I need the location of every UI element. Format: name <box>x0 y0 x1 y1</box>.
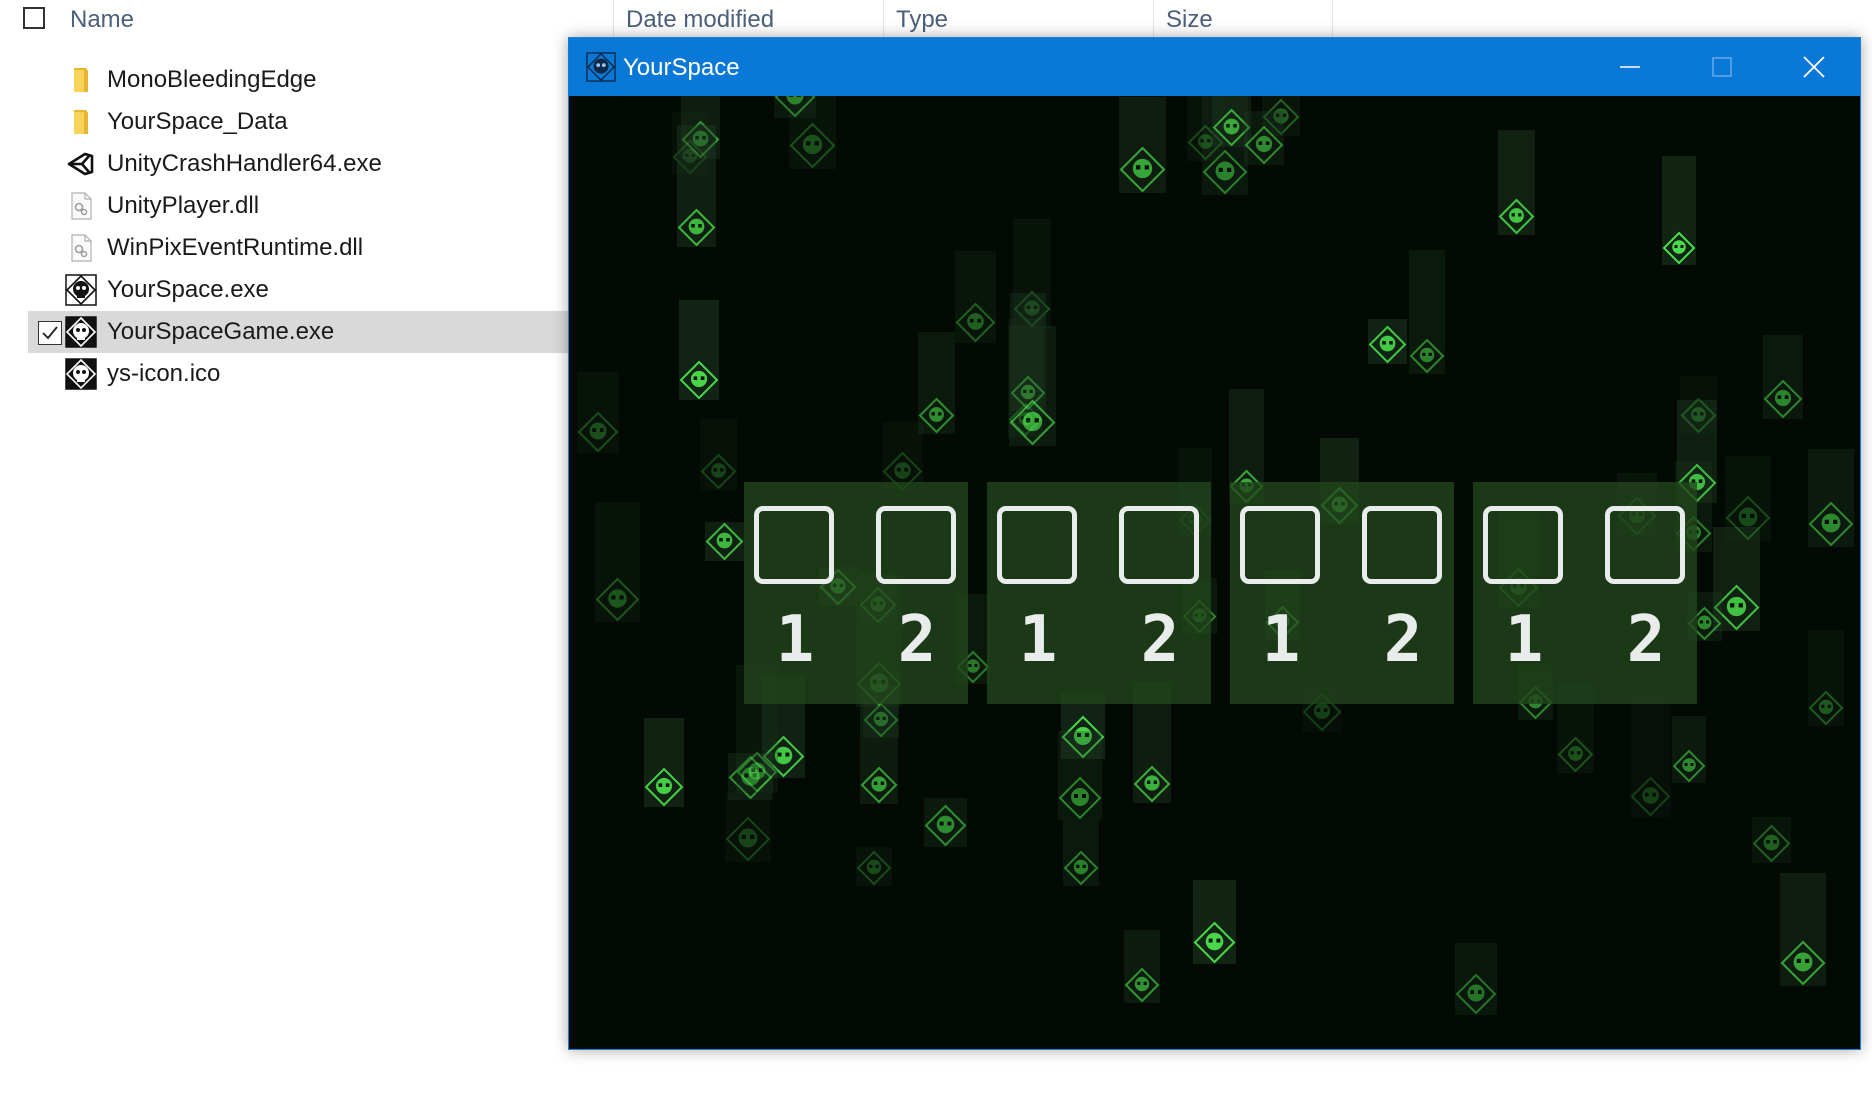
skull-sprite <box>955 251 996 343</box>
file-row[interactable]: UnityPlayer.dll <box>28 185 588 227</box>
row-checkbox[interactable] <box>38 321 62 345</box>
checkmark-icon <box>42 326 58 340</box>
skull-sprite <box>1725 456 1771 541</box>
file-name: ys-icon.ico <box>107 360 221 387</box>
file-name: UnityPlayer.dll <box>107 192 260 219</box>
skull-sprite <box>1672 716 1706 783</box>
maximize-icon <box>1712 57 1732 77</box>
player-slot-label: 1 <box>1018 603 1058 677</box>
column-header-type[interactable]: Type <box>883 0 1153 38</box>
skull-sprite <box>856 847 892 886</box>
dll-icon <box>71 234 92 262</box>
skull-sprite <box>918 332 955 434</box>
column-header-size[interactable]: Size <box>1153 0 1333 38</box>
skull-sprite <box>774 96 816 118</box>
skull-sprite <box>595 502 640 622</box>
player-slot-box[interactable] <box>1362 506 1442 584</box>
skull-sprite <box>700 418 737 490</box>
skull-sprite <box>1193 880 1236 964</box>
skull-sprite <box>1680 376 1717 434</box>
skull-sprite <box>1063 820 1099 886</box>
file-list: MonoBleedingEdge YourSpace_Data UnityCra… <box>28 59 588 395</box>
skull-sprite <box>1808 449 1854 547</box>
dll-icon <box>71 192 92 220</box>
column-header-name[interactable]: Name <box>58 0 613 38</box>
yourspace-skull-icon <box>586 52 616 82</box>
game-viewport[interactable]: 1 2 1 2 1 2 1 2 <box>569 96 1860 1049</box>
player-slot-label: 2 <box>1626 603 1666 677</box>
file-row[interactable]: WinPixEventRuntime.dll <box>28 227 588 269</box>
player-slot-panel: 1 2 1 2 1 2 1 2 <box>744 482 1697 704</box>
player-slot-label: 2 <box>897 603 937 677</box>
skull-sprite <box>725 793 771 862</box>
player-slot-box[interactable] <box>997 506 1077 584</box>
skull-sprite <box>1368 319 1407 364</box>
player-slot-group: 1 2 <box>744 482 968 704</box>
skull-sprite <box>924 798 967 847</box>
skull-sprite <box>1124 930 1160 1003</box>
skull-sprite <box>1455 943 1497 1015</box>
skull-sprite <box>1808 630 1844 726</box>
column-header-date-modified[interactable]: Date modified <box>613 0 883 38</box>
file-row[interactable]: MonoBleedingEdge <box>28 59 588 101</box>
file-name: YourSpace_Data <box>107 108 288 135</box>
yourspace-skull-icon <box>65 274 97 306</box>
player-slot-box[interactable] <box>1605 506 1685 584</box>
skull-sprite <box>644 718 684 807</box>
skull-sprite <box>1780 873 1826 986</box>
skull-sprite <box>1752 817 1791 863</box>
maximize-button[interactable] <box>1676 38 1768 96</box>
skull-sprite <box>705 522 744 561</box>
skull-sprite <box>1763 335 1803 419</box>
folder-icon <box>74 110 88 134</box>
skull-sprite <box>1119 97 1166 193</box>
file-name: UnityCrashHandler64.exe <box>107 150 382 177</box>
file-name: YourSpaceGame.exe <box>107 318 335 345</box>
file-row[interactable]: UnityCrashHandler64.exe <box>28 143 588 185</box>
player-slot-group: 1 2 <box>1230 482 1454 704</box>
player-slot-box[interactable] <box>876 506 956 584</box>
skull-sprite <box>677 125 716 247</box>
close-button[interactable] <box>1768 38 1860 96</box>
file-row[interactable]: ys-icon.ico <box>28 353 588 395</box>
yourspace-skull-icon <box>65 358 97 390</box>
player-slot-box[interactable] <box>1119 506 1199 584</box>
window-titlebar[interactable]: YourSpace <box>569 38 1860 96</box>
file-name: MonoBleedingEdge <box>107 66 317 93</box>
file-name: YourSpace.exe <box>107 276 269 303</box>
player-slot-box[interactable] <box>1240 506 1320 584</box>
skull-sprite <box>577 372 619 453</box>
skull-sprite <box>1409 250 1445 374</box>
column-header-bar: Name Date modified Type Size <box>0 0 1340 38</box>
file-name: WinPixEventRuntime.dll <box>107 234 364 261</box>
file-row[interactable]: YourSpace_Data <box>28 101 588 143</box>
player-slot-label: 1 <box>775 603 815 677</box>
skull-sprite <box>1058 731 1102 820</box>
skull-sprite <box>1244 111 1284 165</box>
window-title: YourSpace <box>623 54 740 81</box>
minimize-icon <box>1620 66 1640 68</box>
select-all-checkbox[interactable] <box>23 7 45 29</box>
player-slot-group: 1 2 <box>987 482 1211 704</box>
unity-icon <box>67 152 94 176</box>
player-slot-label: 1 <box>1504 603 1544 677</box>
skull-sprite <box>1009 326 1056 446</box>
file-row-selected[interactable]: YourSpaceGame.exe <box>28 311 588 353</box>
yourspace-skull-icon <box>65 316 97 348</box>
game-window: YourSpace 1 2 1 2 1 2 1 2 <box>568 37 1861 1050</box>
skull-sprite <box>1630 694 1671 817</box>
player-slot-box[interactable] <box>1483 506 1563 584</box>
minimize-button[interactable] <box>1584 38 1676 96</box>
player-slot-group: 1 2 <box>1473 482 1697 704</box>
player-slot-box[interactable] <box>754 506 834 584</box>
player-slot-label: 1 <box>1261 603 1301 677</box>
skull-sprite <box>679 300 719 400</box>
close-icon <box>1803 56 1825 78</box>
player-slot-label: 2 <box>1140 603 1180 677</box>
player-slot-label: 2 <box>1383 603 1423 677</box>
folder-icon <box>74 68 88 92</box>
file-row[interactable]: YourSpace.exe <box>28 269 588 311</box>
skull-sprite <box>1662 156 1696 265</box>
skull-sprite <box>1498 130 1535 235</box>
